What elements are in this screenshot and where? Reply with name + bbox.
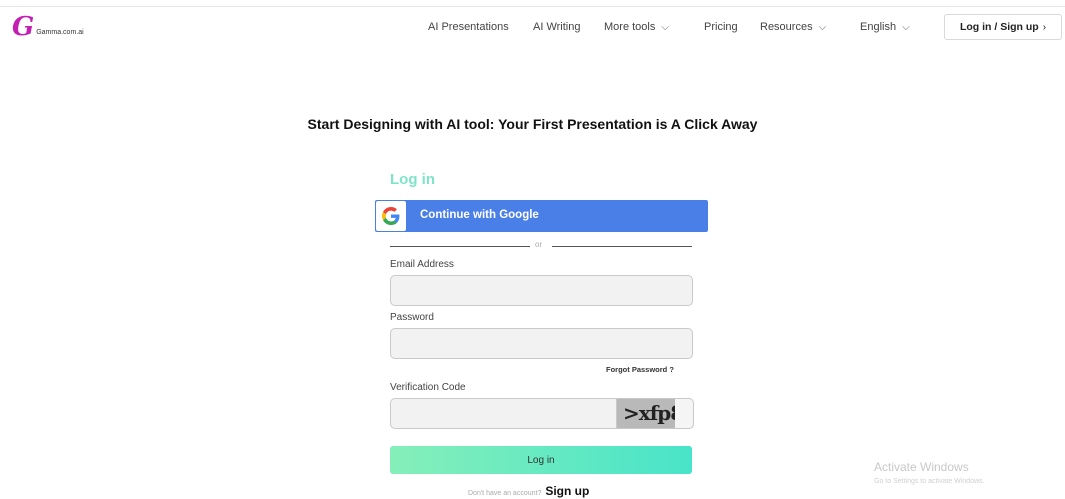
signup-link[interactable]: Sign up: [545, 484, 589, 498]
top-border: [0, 6, 1065, 7]
nav-pricing[interactable]: Pricing: [704, 21, 738, 33]
login-signup-label: Log in / Sign up: [959, 21, 1039, 33]
activate-windows-hint: Go to Settings to activate Windows.: [874, 478, 985, 485]
divider-left: [390, 246, 530, 247]
chevron-right-icon: ›: [1042, 21, 1047, 33]
form-title: Log in: [390, 171, 435, 188]
nav-more-tools[interactable]: More tools ⌵: [604, 21, 669, 33]
logo-letter: G: [12, 12, 35, 42]
activate-windows-watermark: Activate Windows: [874, 460, 969, 474]
google-button-label: Continue with Google: [420, 209, 539, 221]
verification-code-field[interactable]: [390, 398, 616, 429]
password-field[interactable]: [390, 328, 693, 359]
captcha-border: [675, 399, 693, 428]
logo-site-name: Gamma.com.ai: [36, 29, 84, 36]
nav-ai-writing[interactable]: AI Writing: [533, 21, 580, 33]
verification-code-label: Verification Code: [390, 382, 466, 393]
logo[interactable]: G Gamma.com.ai: [12, 14, 84, 40]
signup-hint: Don't have an account?: [468, 490, 542, 497]
google-signin-button[interactable]: Continue with Google: [375, 200, 708, 232]
nav-label: Resources: [760, 21, 813, 33]
nav-label: Pricing: [704, 21, 738, 33]
login-signup-button[interactable]: Log in / Sign up ›: [944, 14, 1062, 40]
email-label: Email Address: [390, 259, 454, 270]
divider-right: [552, 246, 692, 247]
nav-resources[interactable]: Resources ⌵: [760, 21, 826, 33]
divider-or: or: [535, 240, 543, 249]
nav-label: AI Writing: [533, 21, 581, 33]
login-submit-button[interactable]: Log in: [390, 446, 692, 474]
nav-ai-presentations[interactable]: AI Presentations: [428, 21, 509, 33]
forgot-password-link[interactable]: Forgot Password ?: [606, 365, 674, 374]
chevron-down-icon: ⌵: [818, 21, 827, 33]
signup-prompt: Don't have an account? Sign up: [468, 484, 589, 498]
password-label: Password: [390, 312, 434, 323]
nav-label: More tools: [604, 21, 656, 33]
google-icon: [376, 201, 406, 231]
page-headline: Start Designing with AI tool: Your First…: [307, 116, 758, 132]
email-field[interactable]: [390, 275, 693, 306]
nav-label: English: [860, 21, 897, 33]
captcha-image[interactable]: >xfp8: [616, 398, 694, 429]
nav-language-select[interactable]: English ⌵: [860, 21, 910, 33]
chevron-down-icon: ⌵: [902, 21, 910, 33]
nav-label: AI Presentations: [428, 21, 509, 33]
chevron-down-icon: ⌵: [661, 21, 669, 33]
